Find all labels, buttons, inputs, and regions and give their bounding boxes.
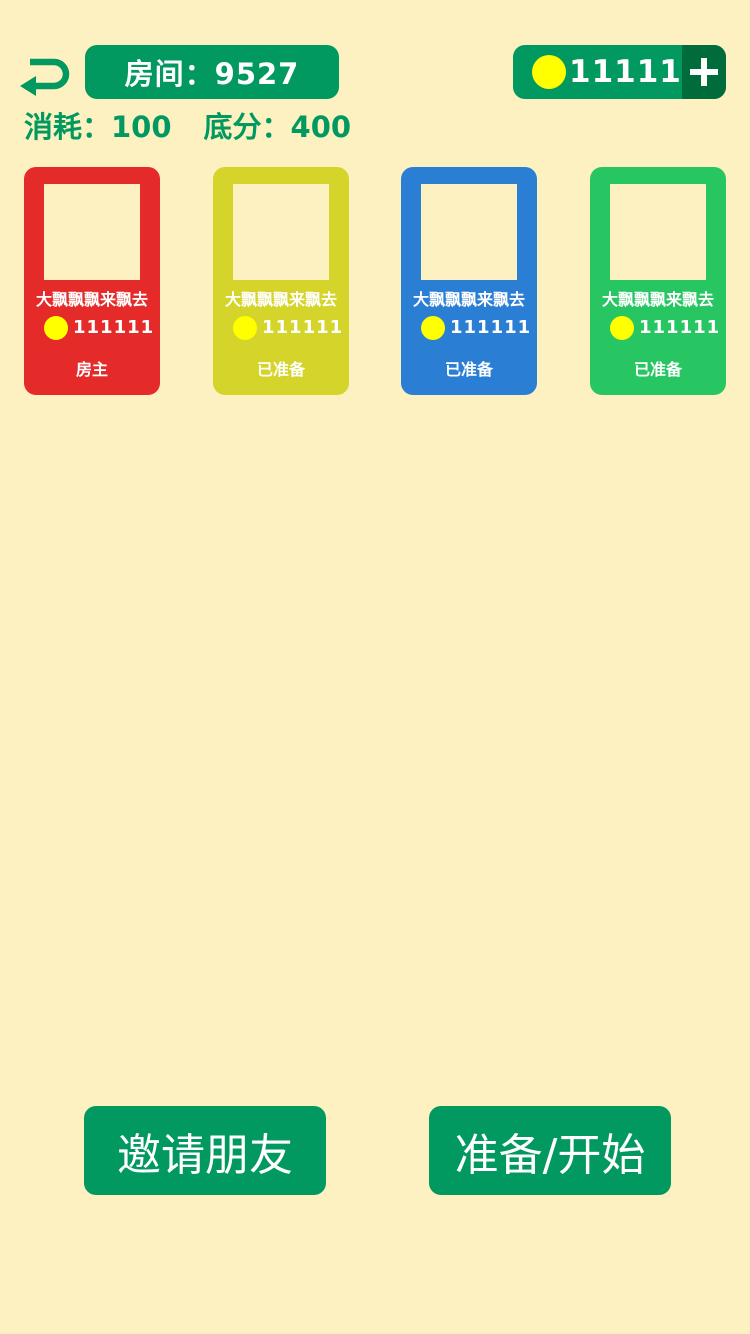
- player-coins: 111111: [639, 317, 721, 338]
- room-info: 消耗：100 底分：400: [24, 106, 351, 148]
- room-screen: 房间：9527 111111 消耗：100 底分：400 大飘飘飘来飘去 1111…: [0, 0, 750, 1334]
- avatar: [44, 184, 140, 280]
- player-card[interactable]: 大飘飘飘来飘去 111111 已准备: [590, 167, 726, 395]
- back-button[interactable]: [18, 50, 72, 98]
- player-name: 大飘飘飘来飘去: [35, 290, 148, 309]
- coin-balance: 111111: [513, 45, 726, 99]
- player-status: 已准备: [444, 360, 493, 379]
- player-coins: 111111: [73, 317, 155, 338]
- player-card[interactable]: 大飘飘飘来飘去 111111 已准备: [401, 167, 537, 395]
- avatar: [421, 184, 517, 280]
- ready-start-button[interactable]: 准备/开始: [429, 1106, 671, 1195]
- player-coins: 111111: [450, 317, 532, 338]
- coin-icon: [44, 316, 68, 340]
- player-name: 大飘飘飘来飘去: [412, 290, 525, 309]
- return-arrow-icon: [20, 58, 70, 96]
- avatar: [233, 184, 329, 280]
- player-status: 已准备: [256, 360, 305, 379]
- player-name: 大飘飘飘来飘去: [224, 290, 337, 309]
- player-status: 房主: [75, 360, 108, 379]
- add-coins-button[interactable]: [682, 45, 726, 99]
- base-score-label: 底分：400: [203, 110, 352, 144]
- player-card[interactable]: 大飘飘飘来飘去 111111 已准备: [213, 167, 349, 395]
- player-coins: 111111: [262, 317, 344, 338]
- player-card[interactable]: 大飘飘飘来飘去 111111 房主: [24, 167, 160, 395]
- coin-icon: [421, 316, 445, 340]
- coin-icon: [610, 316, 634, 340]
- room-number-label: 房间：9527: [85, 45, 339, 99]
- player-status: 已准备: [633, 360, 682, 379]
- player-name: 大飘飘飘来飘去: [601, 290, 714, 309]
- avatar: [610, 184, 706, 280]
- coin-icon: [233, 316, 257, 340]
- cost-label: 消耗：100: [24, 110, 172, 144]
- invite-friends-button[interactable]: 邀请朋友: [84, 1106, 326, 1195]
- coin-icon: [532, 55, 566, 89]
